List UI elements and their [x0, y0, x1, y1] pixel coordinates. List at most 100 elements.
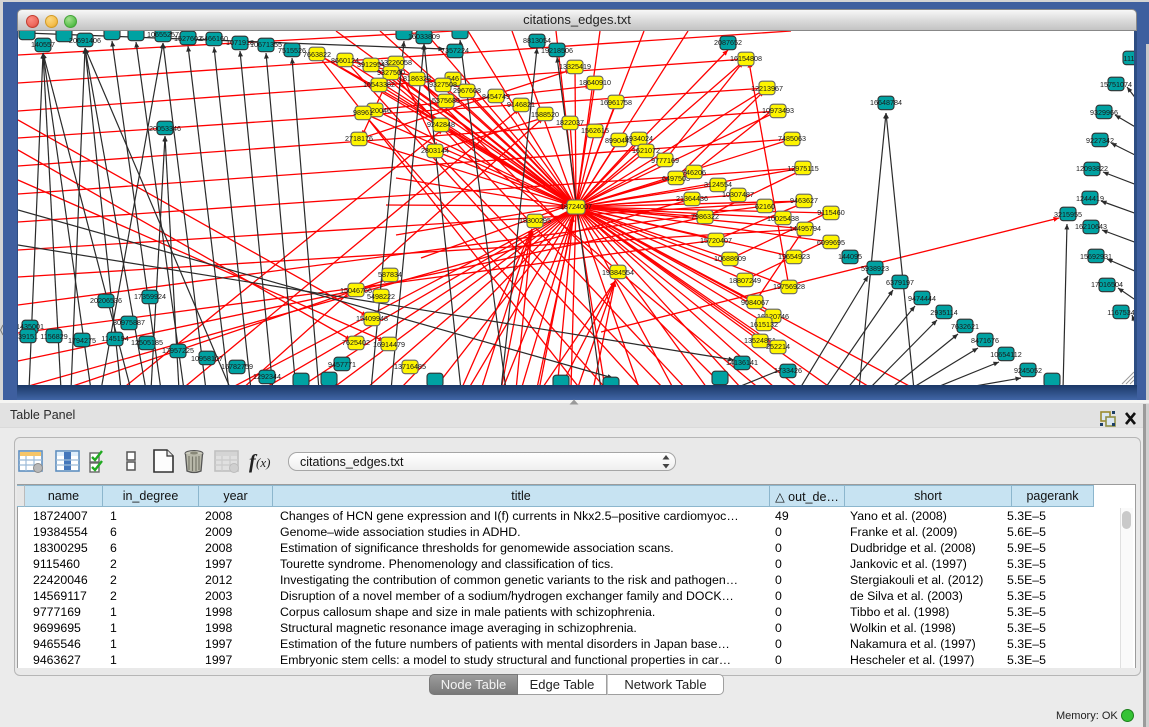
svg-text:15720407: 15720407	[700, 236, 732, 245]
svg-text:587834: 587834	[378, 270, 402, 279]
svg-text:18640910: 18640910	[579, 78, 611, 87]
svg-text:7625402: 7625402	[342, 338, 370, 347]
svg-text:1733426: 1733426	[774, 366, 802, 375]
svg-text:10958107: 10958107	[191, 354, 223, 363]
svg-text:9115460: 9115460	[817, 208, 844, 217]
svg-text:8813054: 8813054	[523, 36, 551, 45]
svg-text:1588520: 1588520	[531, 110, 559, 119]
svg-text:20206536: 20206536	[90, 296, 122, 305]
svg-text:13716485: 13716485	[394, 362, 426, 371]
svg-text:21364436: 21364436	[676, 194, 708, 203]
svg-text:62160: 62160	[755, 202, 775, 211]
svg-text:1292344: 1292344	[253, 372, 281, 381]
svg-text:12505185: 12505185	[131, 338, 163, 347]
svg-text:19756928: 19756928	[773, 282, 805, 291]
svg-text:12975115: 12975115	[787, 164, 818, 173]
svg-text:15409948: 15409948	[356, 314, 388, 323]
svg-text:16648784: 16648784	[870, 98, 902, 107]
svg-text:18724007: 18724007	[560, 202, 592, 211]
svg-text:10307487: 10307487	[722, 190, 754, 199]
svg-text:15692931: 15692931	[1080, 252, 1112, 261]
svg-text:9777169: 9777169	[651, 156, 679, 165]
svg-text:9146821: 9146821	[507, 100, 535, 109]
svg-text:144095: 144095	[838, 252, 862, 261]
svg-text:9227342: 9227342	[1086, 136, 1114, 145]
svg-text:1156829: 1156829	[40, 332, 67, 341]
svg-text:12213967: 12213967	[751, 84, 783, 93]
svg-text:20691406: 20691406	[69, 36, 101, 45]
svg-text:9242848: 9242848	[427, 120, 455, 129]
svg-text:7485063: 7485063	[778, 134, 806, 143]
svg-text:13226058: 13226058	[380, 58, 412, 67]
svg-text:15751074: 15751074	[1100, 80, 1132, 89]
svg-text:1145194: 1145194	[101, 334, 128, 343]
svg-text:2718176: 2718176	[345, 134, 373, 143]
svg-text:7663822: 7663822	[303, 50, 331, 59]
svg-text:16914479: 16914479	[373, 340, 405, 349]
svg-text:17016504: 17016504	[1091, 280, 1123, 289]
svg-text:9474444: 9474444	[908, 294, 936, 303]
svg-text:252214: 252214	[766, 342, 790, 351]
svg-text:16543382: 16543382	[363, 80, 395, 89]
svg-text:3124554: 3124554	[704, 180, 732, 189]
svg-text:1621072: 1621072	[632, 146, 660, 155]
svg-text:9084067: 9084067	[741, 298, 769, 307]
svg-text:10025438: 10025438	[767, 214, 799, 223]
svg-text:5375685: 5375685	[432, 96, 460, 105]
svg-text:10973493: 10973493	[762, 106, 794, 115]
svg-text:1244419: 1244419	[1076, 194, 1104, 203]
svg-text:746206: 746206	[682, 168, 706, 177]
svg-text:16961758: 16961758	[600, 98, 632, 107]
svg-text:8186328: 8186328	[403, 74, 431, 83]
svg-text:16154808: 16154808	[730, 54, 762, 63]
svg-text:7632621: 7632621	[951, 322, 979, 331]
svg-text:12093822: 12093822	[1076, 164, 1108, 173]
svg-text:6466160: 6466160	[200, 34, 228, 43]
svg-text:1562615: 1562615	[581, 126, 609, 135]
svg-text:18300295: 18300295	[519, 216, 551, 225]
svg-text:18807249: 18807249	[729, 276, 761, 285]
svg-text:5498222: 5498222	[367, 292, 395, 301]
svg-text:6379197: 6379197	[886, 278, 914, 287]
svg-text:30975887: 30975887	[113, 318, 145, 327]
svg-text:17359924: 17359924	[134, 292, 166, 301]
svg-text:39151: 39151	[18, 332, 38, 341]
svg-text:16033809: 16033809	[408, 32, 440, 41]
svg-text:17957225: 17957225	[162, 346, 194, 355]
svg-text:7357224: 7357224	[441, 46, 469, 55]
svg-text:1117: 1117	[1124, 54, 1134, 63]
svg-text:3215955: 3215955	[1054, 210, 1082, 219]
svg-text:8454749: 8454749	[482, 92, 510, 101]
svg-text:2087652: 2087652	[714, 38, 742, 47]
svg-text:14495794: 14495794	[789, 224, 821, 233]
svg-text:2935114: 2935114	[930, 308, 957, 317]
svg-text:9329966: 9329966	[1090, 108, 1118, 117]
svg-text:19384554: 19384554	[602, 268, 634, 277]
svg-text:140557: 140557	[31, 40, 55, 49]
svg-text:(x): (x)	[256, 455, 270, 470]
svg-text:8471676: 8471676	[971, 336, 999, 345]
svg-text:2967608: 2967608	[453, 86, 481, 95]
svg-text:98961: 98961	[353, 108, 373, 117]
svg-text:20053346: 20053346	[149, 124, 181, 133]
svg-text:9463627: 9463627	[790, 196, 818, 205]
svg-text:7515526: 7515526	[278, 46, 306, 55]
svg-text:2803144: 2803144	[421, 146, 449, 155]
svg-text:9245052: 9245052	[1014, 366, 1042, 375]
svg-text:10688609: 10688609	[714, 254, 746, 263]
svg-text:1167534: 1167534	[1107, 308, 1134, 317]
svg-text:5938923: 5938923	[861, 264, 889, 273]
svg-text:9327500: 9327500	[377, 68, 405, 77]
svg-text:13325419: 13325419	[559, 62, 591, 71]
svg-text:19654923: 19654923	[778, 252, 810, 261]
svg-text:1615132: 1615132	[750, 320, 778, 329]
svg-text:9457771: 9457771	[328, 360, 356, 369]
svg-text:1822037: 1822037	[556, 118, 584, 127]
svg-text:10654112: 10654112	[990, 350, 1021, 359]
svg-text:1794275: 1794275	[68, 336, 96, 345]
svg-text:1527602: 1527602	[174, 34, 202, 43]
svg-text:16210643: 16210643	[1075, 222, 1107, 231]
svg-text:14136141: 14136141	[726, 358, 758, 367]
svg-text:19218506: 19218506	[541, 46, 573, 55]
svg-text:7986322: 7986322	[691, 212, 719, 221]
